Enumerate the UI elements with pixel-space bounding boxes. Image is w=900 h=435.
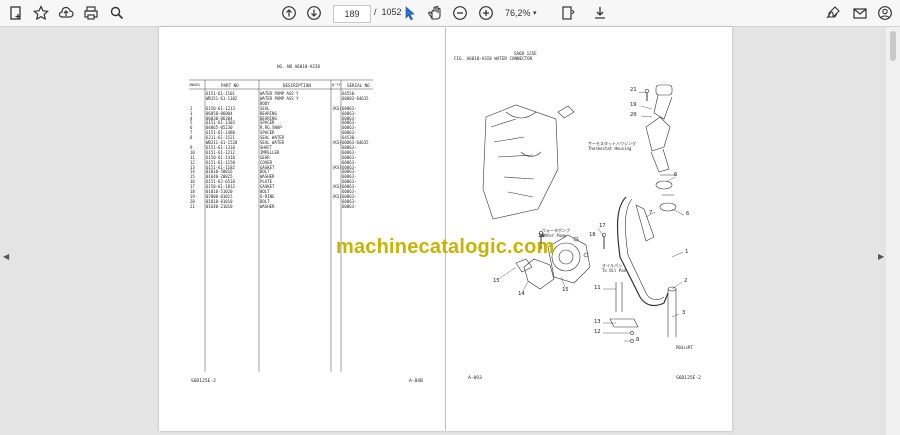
footer-right: A-84B <box>409 379 423 384</box>
col-part-no: PART NO <box>221 83 239 88</box>
zoom-out-icon[interactable] <box>450 3 470 23</box>
zoom-select[interactable]: 76,2% ▾ <box>505 5 547 21</box>
mail-icon[interactable] <box>850 3 870 23</box>
thermostat-label: Thermostat Housing <box>588 146 632 151</box>
page-total-value: 1052 <box>381 7 402 17</box>
callout-1: 1 <box>685 249 689 255</box>
callout-19: 19 <box>630 102 637 108</box>
table-cell: 01640-21010 <box>206 203 233 209</box>
select-cursor-icon[interactable] <box>400 3 420 23</box>
engine-block-sketch <box>482 104 559 220</box>
pdf-page-left: HG. NO A6010-A3I8 INDEX PART NO DESCRIPT… <box>159 27 445 431</box>
callout-6b: 6 <box>686 211 690 217</box>
page-number-value: 189 <box>344 9 360 19</box>
table-cell: (KS) <box>332 140 342 145</box>
scroll-right-icon[interactable]: ▶ <box>878 252 884 261</box>
pdf-page-right: SA6D 125E FIG. A6010-A3I8 WATER CONNECTO… <box>446 27 732 431</box>
callout-20: 20 <box>630 112 637 118</box>
chevron-down-icon: ▾ <box>533 10 537 17</box>
hand-icon[interactable] <box>425 3 445 23</box>
print-icon[interactable] <box>81 3 101 23</box>
footer-left: S6D125E-2 <box>191 379 216 384</box>
callout-13: 13 <box>594 319 601 325</box>
col-description: DESCRIPTION <box>283 83 311 88</box>
figure-code: P03ssRT <box>676 345 693 350</box>
table-cell: 8 <box>190 135 193 141</box>
callout-6a: 6 <box>674 172 678 178</box>
toolbar: 189 / 1052 76,2% ▾ <box>0 0 900 27</box>
footer-left-right-page: A-093 <box>468 376 482 381</box>
page-separator: / <box>374 7 377 17</box>
callout-2: 2 <box>684 278 688 284</box>
watermark: machinecatalogic.com <box>336 236 555 258</box>
table-cell: 21 <box>190 203 195 209</box>
table-cell: (KS) <box>332 184 342 190</box>
table-cell: 60863- <box>342 203 357 209</box>
exploded-diagram <box>482 84 685 343</box>
upload-icon[interactable] <box>56 3 76 23</box>
zoom-in-icon[interactable] <box>476 3 496 23</box>
footer-right-right-page: S6D125E-2 <box>676 376 701 381</box>
arrow-up-icon[interactable] <box>279 3 299 23</box>
star-icon[interactable] <box>31 3 51 23</box>
callout-14: 14 <box>518 291 525 297</box>
document-viewer[interactable]: ◀ ▶ HG. NO A6010-A3I8 INDEX PART NO DESC… <box>0 27 900 435</box>
col-serial: SERIAL NO <box>347 83 370 88</box>
vertical-scrollbar[interactable] <box>886 27 900 435</box>
table-cell: WASHER <box>260 203 275 209</box>
zoom-value: 76,2% <box>505 8 531 18</box>
search-icon[interactable] <box>107 3 127 23</box>
callout-15a: 15 <box>493 278 500 284</box>
bookmark-add-icon[interactable] <box>6 3 26 23</box>
callout-18: 18 <box>589 232 596 238</box>
page-number-input[interactable]: 189 <box>333 5 371 23</box>
callout-7: 7 <box>649 210 653 216</box>
table-cell: 60883-64635 <box>342 95 369 101</box>
col-qty: Q'TY <box>332 83 341 87</box>
scroll-left-icon[interactable]: ◀ <box>3 252 9 261</box>
callout-3: 3 <box>682 310 686 316</box>
callout-21: 21 <box>630 87 637 93</box>
arrow-down-icon[interactable] <box>304 3 324 23</box>
callout-12: 12 <box>594 329 601 335</box>
oil-pan-label: To Oil Pan <box>602 268 627 273</box>
callout-15b: 15 <box>562 287 569 293</box>
fit-page-icon[interactable] <box>558 3 578 23</box>
scrollbar-thumb[interactable] <box>890 31 896 61</box>
table-cell: (KS) <box>332 193 342 199</box>
callout-11: 11 <box>594 285 601 291</box>
account-icon[interactable] <box>875 3 895 23</box>
callout-8: 8 <box>636 337 640 343</box>
callout-17: 17 <box>599 223 606 229</box>
table-cell: (KS) <box>332 105 342 111</box>
table-cell: WB151-61-1102 <box>206 95 238 101</box>
table-cell: (KS) <box>332 164 342 170</box>
page-total: / 1052 <box>374 7 402 17</box>
sign-icon[interactable] <box>823 3 843 23</box>
col-index: INDEX <box>189 83 200 87</box>
download-icon[interactable] <box>590 3 610 23</box>
